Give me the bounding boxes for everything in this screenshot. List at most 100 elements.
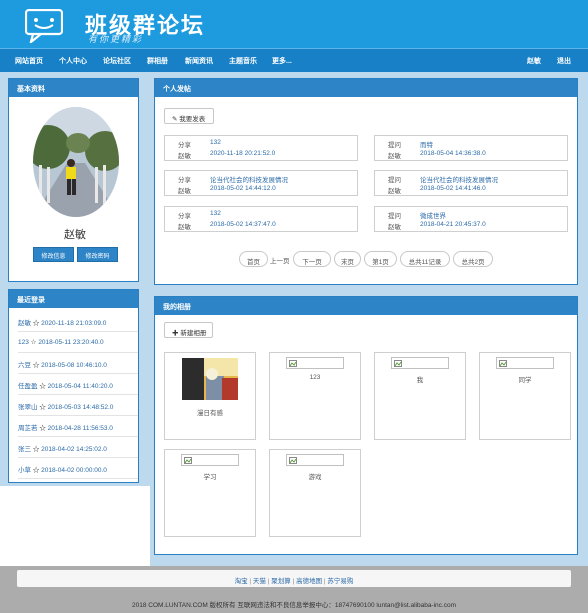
album-card[interactable]: 123 (269, 352, 361, 440)
login-user-link[interactable]: 任盈盈 (18, 383, 38, 390)
nav-more[interactable]: 更多... (272, 56, 292, 66)
pagination-last[interactable]: 末页 (334, 251, 361, 267)
nav-music[interactable]: 主题音乐 (229, 56, 257, 66)
nav-album[interactable]: 群相册 (147, 56, 168, 66)
star-icon: ☆ (39, 425, 46, 432)
post-type: 提问 (388, 213, 401, 220)
login-time: 2020-11-18 21:03:09.0 (41, 320, 107, 327)
login-time: 2018-05-08 10:46:10.0 (41, 362, 107, 369)
nav-home[interactable]: 网站首页 (15, 56, 43, 66)
post-subject[interactable]: 论当代社会的科技发展情况 (210, 174, 288, 184)
edit-password-button[interactable]: 修改密码 (77, 247, 118, 262)
recent-logins-title: 最近登录 (9, 290, 138, 308)
post-subject[interactable]: 论当代社会的科技发展情况 (420, 174, 498, 184)
new-album-label: 新建相册 (180, 330, 207, 337)
broken-image-icon (286, 454, 344, 466)
post-type: 提问 (388, 177, 401, 184)
nav-news[interactable]: 新闻资讯 (185, 56, 213, 66)
albums-panel: 我的相册 ✚ 新建相册 漫日有感 123 我 同学 学习 游戏 (154, 296, 578, 555)
album-card[interactable]: 我 (374, 352, 466, 440)
new-post-button[interactable]: ✎ 我要发表 (164, 108, 214, 124)
footer-link-amap[interactable]: 高德地图 (296, 578, 322, 585)
edit-info-button[interactable]: 修改信息 (33, 247, 74, 262)
broken-image-icon (496, 357, 554, 369)
post-card[interactable]: 提问 而特 赵敏 2018-05-04 14:36:38.0 (374, 135, 568, 161)
pagination-prev[interactable]: 上一页 (270, 255, 290, 265)
post-type: 分享 (178, 213, 191, 220)
profile-name: 赵敏 (64, 229, 86, 241)
login-time: 2018-05-04 11:40:20.0 (47, 383, 113, 390)
post-author: 赵敏 (388, 224, 401, 231)
broken-image-icon (181, 454, 239, 466)
post-type: 提问 (388, 142, 401, 149)
album-name: 123 (309, 374, 321, 381)
nav-logout[interactable]: 退出 (557, 56, 571, 66)
post-author: 赵敏 (178, 153, 191, 160)
recent-logins-panel: 最近登录 赵敏 ☆ 2020-11-18 21:03:09.0 123 ☆ 20… (8, 289, 139, 483)
star-icon: ☆ (39, 383, 46, 390)
pencil-icon: ✎ (172, 116, 178, 123)
post-time: 2020-11-18 20:21:52.0 (210, 150, 276, 157)
album-name: 游戏 (308, 474, 322, 481)
nav-personal-center[interactable]: 个人中心 (59, 56, 87, 66)
post-time: 2018-05-04 14:36:38.0 (420, 150, 486, 157)
footer-link-juhuasuan[interactable]: 聚划算 (271, 578, 291, 585)
footer-copyright: 2018 COM.LUNTAN.COM 版权所有 互联网违法和不良信息举报中心：… (132, 602, 456, 609)
avatar-photo (33, 107, 119, 217)
post-card[interactable]: 分享 132 赵敏 2018-05-02 14:37:47.0 (164, 206, 358, 232)
login-user-link[interactable]: 六豆 (18, 362, 31, 369)
album-card[interactable]: 游戏 (269, 449, 361, 537)
site-footer: 淘宝 | 天猫 | 聚划算 | 高德地图 | 苏宁易购 2018 COM.LUN… (0, 566, 588, 613)
nav-forum[interactable]: 论坛社区 (103, 56, 131, 66)
login-user-link[interactable]: 张三 (18, 446, 31, 453)
album-card[interactable]: 学习 (164, 449, 256, 537)
post-subject[interactable]: 132 (210, 139, 221, 146)
main-nav: 网站首页 个人中心 论坛社区 群相册 新闻资讯 主题音乐 更多... 赵敏 退出 (0, 48, 588, 72)
pagination-total-records: 总共11记录 (400, 251, 450, 267)
post-card[interactable]: 提问 论当代社会的科技发展情况 赵敏 2018-05-02 14:41:46.0 (374, 170, 568, 196)
album-name: 同学 (518, 377, 532, 384)
post-card[interactable]: 分享 论当代社会的科技发展情况 赵敏 2018-05-02 14:44:12.0 (164, 170, 358, 196)
star-icon: ☆ (32, 320, 40, 327)
post-subject[interactable]: 微成世界 (420, 210, 446, 220)
new-album-button[interactable]: ✚ 新建相册 (164, 322, 213, 338)
footer-separator: | (267, 578, 270, 585)
post-author: 赵敏 (178, 224, 191, 231)
footer-separator: | (292, 578, 295, 585)
post-card[interactable]: 提问 微成世界 赵敏 2018-04-21 20:45:37.0 (374, 206, 568, 232)
post-subject[interactable]: 132 (210, 210, 221, 217)
pagination-first[interactable]: 首页 (239, 251, 268, 267)
plus-icon: ✚ (172, 330, 179, 337)
pagination-next[interactable]: 下一页 (293, 251, 331, 267)
login-user-link[interactable]: 周芷若 (18, 425, 38, 432)
album-name: 漫日有感 (197, 410, 223, 417)
profile-panel-title: 基本资料 (9, 79, 138, 97)
login-row: 张三 ☆ 2018-04-02 14:25:02.0 (18, 438, 138, 458)
album-card[interactable]: 同学 (479, 352, 571, 440)
login-time: 2018-05-03 14:48:52.0 (47, 404, 114, 411)
footer-separator: | (249, 578, 252, 585)
login-user-link[interactable]: 小草 (18, 467, 31, 474)
footer-link-suning[interactable]: 苏宁易购 (327, 578, 353, 585)
post-time: 2018-04-21 20:45:37.0 (420, 221, 486, 228)
post-time: 2018-05-02 14:41:46.0 (420, 185, 486, 192)
album-card[interactable]: 漫日有感 (164, 352, 256, 440)
post-card[interactable]: 分享 132 赵敏 2020-11-18 20:21:52.0 (164, 135, 358, 161)
login-user-link[interactable]: 张翠山 (18, 404, 38, 411)
login-row: 任盈盈 ☆ 2018-05-04 11:40:20.0 (18, 375, 138, 395)
footer-link-taobao[interactable]: 淘宝 (235, 578, 248, 585)
login-row: 小草 ☆ 2018-04-02 00:00:00.0 (18, 459, 138, 479)
broken-image-icon (286, 357, 344, 369)
footer-links: 淘宝 | 天猫 | 聚划算 | 高德地图 | 苏宁易购 (17, 570, 571, 587)
profile-panel: 基本资料 赵敏 修改信息 修改密码 (8, 78, 139, 282)
login-time: 2018-04-02 00:00:00.0 (41, 467, 107, 474)
nav-user-link[interactable]: 赵敏 (527, 56, 541, 66)
star-icon: ☆ (32, 446, 40, 453)
broken-image-icon (391, 357, 449, 369)
post-subject[interactable]: 而特 (420, 139, 433, 149)
footer-link-tmall[interactable]: 天猫 (253, 578, 266, 585)
login-user-link[interactable]: 赵敏 (18, 320, 31, 327)
left-blank-area (0, 486, 150, 566)
login-user-link[interactable]: 123 (18, 339, 29, 346)
album-name: 我 (416, 377, 424, 384)
